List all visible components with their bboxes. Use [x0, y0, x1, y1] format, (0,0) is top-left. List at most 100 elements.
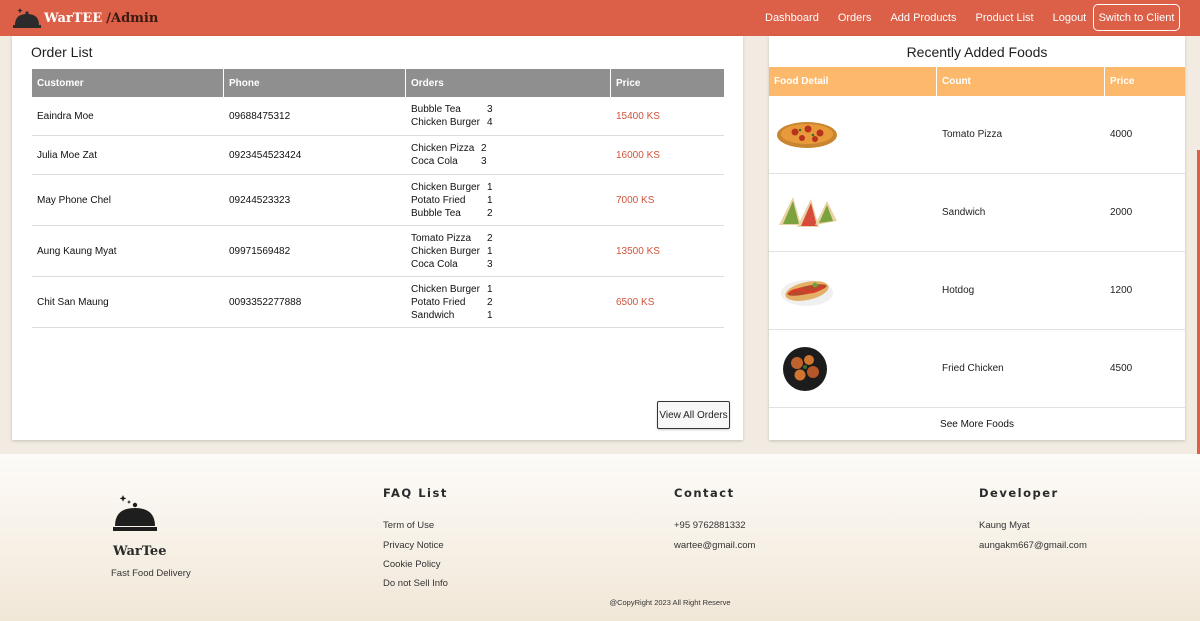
item-name: Coca Cola [411, 258, 458, 270]
item-name: Tomato Pizza [411, 232, 472, 244]
nav-orders[interactable]: Orders [838, 12, 872, 24]
food-image-cell [769, 252, 937, 330]
order-price: 16000 KS [616, 149, 660, 161]
cloche-logo-icon [13, 8, 41, 28]
customer-phone: 09971569482 [229, 245, 291, 257]
food-name: Hotdog [942, 285, 975, 296]
header-customer: Customer [32, 69, 224, 97]
table-row[interactable]: Chit San Maung 0093352277888 Chicken Bur… [32, 277, 724, 328]
customer-name: Julia Moe Zat [37, 149, 98, 161]
item-name: Coca Cola [411, 156, 458, 167]
orders-table: Customer Phone Orders Price Eaindra Moe … [32, 69, 724, 328]
order-item: Chicken Burger 4 [411, 116, 493, 129]
order-price: 15400 KS [616, 110, 660, 122]
item-name: Bubble Tea [411, 104, 461, 115]
food-row[interactable]: Fried Chicken 4500 [769, 330, 1185, 408]
food-name: Tomato Pizza [942, 129, 1003, 140]
see-more-foods-link[interactable]: See More Foods [769, 419, 1185, 430]
brand-name: WarTEE [44, 10, 103, 26]
food-image-cell [769, 174, 937, 252]
recent-foods-panel: Recently Added Foods Food Detail Count P… [769, 36, 1185, 440]
food-price: 1200 [1110, 285, 1133, 296]
faq-link-terms[interactable]: Term of Use [383, 520, 434, 531]
header-food-price: Price [1110, 76, 1135, 87]
faq-link-do-not-sell[interactable]: Do not Sell Info [383, 578, 448, 589]
pizza-image [777, 121, 837, 148]
fried-chicken-image [783, 346, 827, 391]
customer-phone: 09244523323 [229, 194, 291, 206]
nav-links: Dashboard Orders Add Products Product Li… [765, 0, 1105, 36]
item-name: Chicken Burger [411, 245, 480, 257]
order-items: Chicken Pizza 2 Coca Cola 3 [406, 136, 611, 174]
food-row[interactable]: Sandwich 2000 [769, 174, 1185, 252]
orders-table-header: Customer Phone Orders Price [32, 69, 724, 97]
top-navbar: WarTEE /Admin Dashboard Orders Add Produ… [0, 0, 1200, 36]
table-row[interactable]: Julia Moe Zat 0923454523424 Chicken Pizz… [32, 136, 724, 175]
item-name: Bubble Tea [411, 207, 461, 219]
header-orders: Orders [406, 69, 611, 97]
developer-email[interactable]: aungakm667@gmail.com [979, 540, 1087, 551]
footer-brand-name: WarTee [113, 544, 167, 559]
item-qty: 1 [487, 283, 493, 295]
item-name: Potato Fried [411, 194, 466, 206]
table-row[interactable]: Aung Kaung Myat 09971569482 Tomato Pizza… [32, 226, 724, 277]
order-list-title: Order List [31, 44, 93, 60]
nav-dashboard[interactable]: Dashboard [765, 12, 819, 24]
nav-product-list[interactable]: Product List [976, 12, 1034, 24]
item-name: Chicken Burger [411, 181, 480, 193]
faq-list-title: FAQ List [383, 486, 448, 500]
item-qty: 1 [487, 194, 493, 206]
customer-phone: 0923454523424 [229, 149, 302, 161]
order-item: Bubble Tea 2 [411, 207, 493, 220]
brand[interactable]: WarTEE /Admin [12, 5, 158, 31]
order-item: Chicken Pizza 2 [411, 142, 487, 155]
item-qty: 1 [487, 245, 493, 257]
customer-name: Chit San Maung [37, 296, 109, 308]
switch-to-client-button[interactable]: Switch to Client [1093, 4, 1180, 31]
item-name: Chicken Pizza [411, 143, 475, 154]
nav-logout[interactable]: Logout [1053, 12, 1087, 24]
food-row[interactable]: Tomato Pizza 4000 [769, 96, 1185, 174]
food-name: Fried Chicken [942, 363, 1004, 374]
order-price: 6500 KS [616, 296, 655, 308]
order-items: Tomato Pizza 2 Chicken Burger 1 Coca Cola 3 [406, 226, 611, 276]
customer-name: Eaindra Moe [37, 110, 94, 122]
item-qty: 3 [481, 156, 487, 167]
order-items: Chicken Burger 1 Potato Fried 1 Bubble Tea… [406, 175, 611, 225]
item-qty: 2 [487, 296, 493, 308]
contact-title: Contact [674, 486, 735, 500]
customer-name: May Phone Chel [37, 194, 111, 206]
order-item: Chicken Burger 1 [411, 283, 493, 296]
footer-tagline: Fast Food Delivery [111, 568, 191, 579]
faq-link-privacy[interactable]: Privacy Notice [383, 540, 444, 551]
contact-email[interactable]: wartee@gmail.com [674, 540, 755, 551]
order-item: Tomato Pizza 2 [411, 232, 493, 245]
order-item: Chicken Burger 1 [411, 245, 493, 258]
order-item: Bubble Tea 3 [411, 103, 493, 116]
item-qty: 4 [487, 117, 493, 128]
order-item: Coca Cola 3 [411, 258, 493, 271]
table-row[interactable]: Eaindra Moe 09688475312 Bubble Tea 3 Chic… [32, 97, 724, 136]
header-count: Count [937, 67, 1105, 96]
developer-name: Kaung Myat [979, 520, 1030, 531]
item-name: Chicken Burger [411, 117, 480, 128]
faq-link-cookie[interactable]: Cookie Policy [383, 559, 441, 570]
order-items: Bubble Tea 3 Chicken Burger 4 [406, 97, 611, 135]
nav-add-products[interactable]: Add Products [890, 12, 956, 24]
food-row[interactable]: Hotdog 1200 [769, 252, 1185, 330]
food-image-cell [769, 96, 937, 174]
food-price: 4000 [1110, 129, 1133, 140]
customer-name: Aung Kaung Myat [37, 245, 117, 257]
order-items: Chicken Burger 1 Potato Fried 2 Sandwich 1 [406, 277, 611, 327]
order-item: Potato Fried 1 [411, 194, 493, 207]
view-all-orders-button[interactable]: View All Orders [657, 401, 730, 429]
item-qty: 1 [487, 181, 493, 193]
table-row[interactable]: May Phone Chel 09244523323 Chicken Burge… [32, 175, 724, 226]
item-qty: 2 [487, 232, 493, 244]
food-name: Sandwich [942, 207, 986, 218]
sandwich-image [779, 196, 837, 227]
order-price: 13500 KS [616, 245, 660, 257]
header-food-detail: Food Detail [769, 67, 937, 96]
food-image-cell [769, 330, 937, 408]
order-item: Chicken Burger 1 [411, 181, 493, 194]
